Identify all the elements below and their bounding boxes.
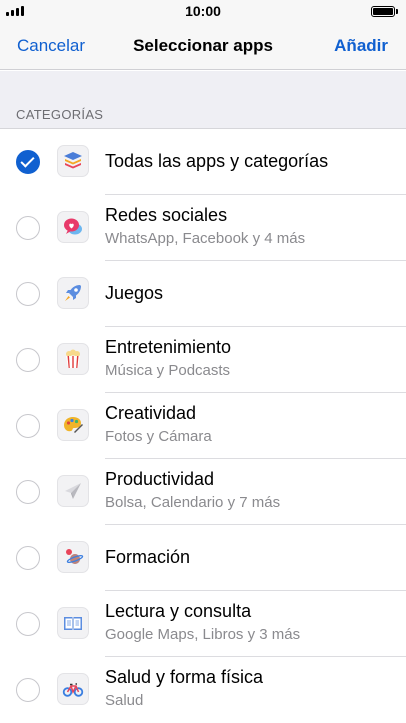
list-item-creatividad[interactable]: Creatividad Fotos y Cámara — [0, 393, 406, 459]
radio-button[interactable] — [16, 546, 40, 570]
chat-heart-icon — [57, 211, 89, 243]
row-subtitle: Google Maps, Libros y 3 más — [105, 626, 301, 643]
list-item-lectura-consulta[interactable]: Lectura y consulta Google Maps, Libros y… — [0, 591, 406, 657]
list-item-productividad[interactable]: Productividad Bolsa, Calendario y 7 más — [0, 459, 406, 525]
status-time: 10:00 — [185, 3, 221, 19]
row-title: Redes sociales — [105, 205, 228, 225]
row-title: Salud y forma física — [105, 667, 264, 687]
radio-button[interactable] — [16, 414, 40, 438]
radio-button[interactable] — [16, 480, 40, 504]
book-icon — [57, 607, 89, 639]
section-header: CATEGORÍAS — [16, 107, 104, 122]
popcorn-icon — [57, 343, 89, 375]
cancel-button[interactable]: Cancelar — [17, 36, 85, 56]
navigation-bar: Cancelar Seleccionar apps Añadir — [0, 22, 406, 70]
list-item-todas[interactable]: Todas las apps y categorías — [0, 129, 406, 195]
row-title: Lectura y consulta — [105, 601, 252, 621]
list-item-salud-forma-fisica[interactable]: Salud y forma física Salud — [0, 657, 406, 723]
row-title: Formación — [105, 547, 191, 567]
rocket-icon — [57, 277, 89, 309]
planet-icon — [57, 541, 89, 573]
bicycle-icon — [57, 673, 89, 705]
list-item-redes-sociales[interactable]: Redes sociales WhatsApp, Facebook y 4 má… — [0, 195, 406, 261]
row-title: Creatividad — [105, 403, 197, 423]
radio-button[interactable] — [16, 282, 40, 306]
list-item-juegos[interactable]: Juegos — [0, 261, 406, 327]
status-bar: 10:00 — [0, 0, 406, 22]
battery-icon — [371, 6, 398, 17]
list-item-formacion[interactable]: Formación — [0, 525, 406, 591]
row-subtitle: Fotos y Cámara — [105, 428, 212, 445]
section-header-area: CATEGORÍAS — [0, 71, 406, 129]
row-subtitle: Música y Podcasts — [105, 362, 231, 379]
row-subtitle: Bolsa, Calendario y 7 más — [105, 494, 281, 511]
paper-plane-icon — [57, 475, 89, 507]
row-title: Entretenimiento — [105, 337, 232, 357]
row-subtitle: Salud — [105, 692, 144, 709]
row-subtitle: WhatsApp, Facebook y 4 más — [105, 230, 306, 247]
add-button[interactable]: Añadir — [334, 36, 388, 56]
radio-button[interactable] — [16, 150, 40, 174]
category-list: Todas las apps y categorías Redes social… — [0, 129, 406, 723]
radio-button[interactable] — [16, 678, 40, 702]
radio-button[interactable] — [16, 348, 40, 372]
row-title: Todas las apps y categorías — [105, 151, 329, 171]
row-title: Productividad — [105, 469, 215, 489]
palette-icon — [57, 409, 89, 441]
radio-button[interactable] — [16, 612, 40, 636]
row-title: Juegos — [105, 283, 164, 303]
radio-button[interactable] — [16, 216, 40, 240]
list-item-entretenimiento[interactable]: Entretenimiento Música y Podcasts — [0, 327, 406, 393]
stack-icon — [57, 145, 89, 177]
